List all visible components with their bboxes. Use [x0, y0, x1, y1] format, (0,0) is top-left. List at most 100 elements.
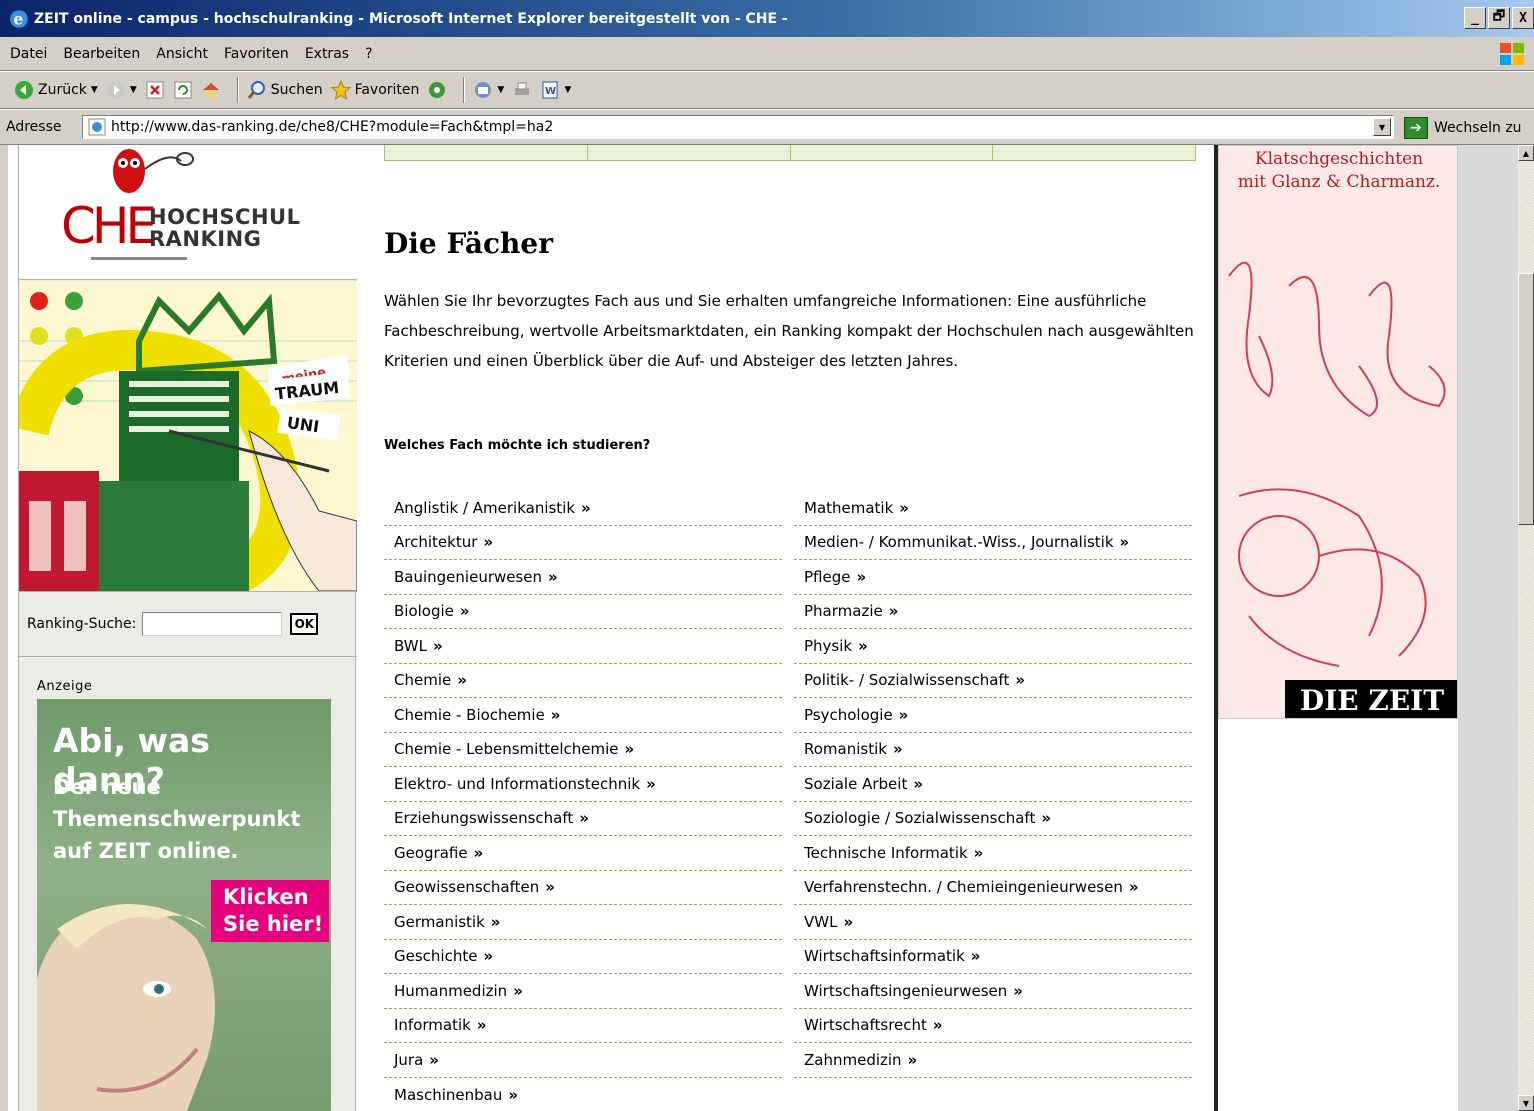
subject-link[interactable]: Medien- / Kommunikat.-Wiss., Journalisti…: [794, 526, 1192, 560]
subject-link[interactable]: Anglistik / Amerikanistik »: [384, 491, 782, 526]
subject-link[interactable]: Maschinenbau »: [384, 1078, 782, 1111]
word-icon: W: [542, 81, 558, 99]
subject-link[interactable]: Zahnmedizin »: [794, 1043, 1192, 1078]
chevron-down-icon[interactable]: ▼: [564, 85, 571, 95]
raquo-icon: »: [483, 533, 494, 552]
raquo-icon: »: [432, 636, 443, 655]
ad-label: Anzeige: [37, 679, 93, 694]
menu-help[interactable]: ?: [365, 46, 372, 62]
zeit-shoes-ad[interactable]: Klatschgeschichten mit Glanz & Charmanz.…: [1218, 145, 1458, 719]
raquo-icon: »: [856, 567, 867, 586]
subject-link[interactable]: VWL »: [794, 905, 1192, 940]
subject-link[interactable]: Informatik »: [384, 1009, 782, 1043]
subject-link[interactable]: Erziehungswissenschaft »: [384, 802, 782, 836]
maximize-button[interactable]: 🗗: [1488, 7, 1510, 29]
subject-link[interactable]: Geowissenschaften »: [384, 871, 782, 905]
subject-link[interactable]: BWL »: [384, 629, 782, 664]
subject-link[interactable]: Wirtschaftsingenieurwesen »: [794, 974, 1192, 1009]
menu-bar: Datei Bearbeiten Ansicht Favoriten Extra…: [0, 37, 1534, 71]
subject-link[interactable]: Romanistik »: [794, 733, 1192, 767]
close-button[interactable]: X: [1512, 7, 1534, 29]
tab-2[interactable]: [588, 145, 791, 160]
ad-cta-button[interactable]: Klicken Sie hier!: [211, 880, 329, 942]
tab-3[interactable]: [791, 145, 994, 160]
subject-link[interactable]: Elektro- und Informationstechnik »: [384, 767, 782, 802]
subject-link[interactable]: Technische Informatik »: [794, 836, 1192, 871]
mail-button[interactable]: ▼: [473, 80, 504, 100]
subject-link[interactable]: Germanistik »: [384, 905, 782, 940]
subject-link[interactable]: Wirtschaftsinformatik »: [794, 940, 1192, 974]
address-dropdown-button[interactable]: ▼: [1373, 118, 1391, 136]
subject-link[interactable]: Wirtschaftsrecht »: [794, 1009, 1192, 1043]
che-logo[interactable]: CHE HOCHSCHUL RANKING: [19, 145, 357, 280]
subject-link[interactable]: Soziale Arbeit »: [794, 767, 1192, 802]
favorites-button[interactable]: Favoriten: [330, 80, 420, 100]
search-input[interactable]: [142, 612, 283, 636]
subject-link[interactable]: Soziologie / Sozialwissenschaft »: [794, 802, 1192, 836]
subject-label: Erziehungswissenschaft: [394, 809, 574, 828]
subject-label: Medien- / Kommunikat.-Wiss., Journalisti…: [804, 533, 1114, 552]
favorites-label: Favoriten: [354, 82, 420, 98]
edit-button[interactable]: W ▼: [540, 80, 571, 100]
chevron-down-icon[interactable]: ▼: [130, 85, 137, 95]
subject-link[interactable]: Chemie - Biochemie »: [384, 698, 782, 733]
subject-link[interactable]: Physik »: [794, 629, 1192, 664]
subject-link[interactable]: Verfahrenstechn. / Chemieingenieurwesen »: [794, 871, 1192, 905]
subject-link[interactable]: Biologie »: [384, 595, 782, 629]
raquo-icon: »: [459, 602, 470, 621]
raquo-icon: »: [932, 1016, 943, 1035]
media-button[interactable]: [427, 80, 447, 100]
subject-link[interactable]: Chemie »: [384, 664, 782, 698]
refresh-icon: [174, 81, 192, 99]
raquo-icon: »: [513, 981, 523, 1000]
che-logo-text: CHE: [61, 197, 157, 255]
subject-link[interactable]: Pharmazie »: [794, 595, 1192, 629]
subject-link[interactable]: Mathematik »: [794, 491, 1192, 526]
forward-button[interactable]: ▼: [106, 80, 137, 100]
subject-label: Politik- / Sozialwissenschaft: [804, 671, 1010, 690]
subject-link[interactable]: Geschichte »: [384, 940, 782, 974]
go-button[interactable]: ➔ Wechseln zu: [1404, 117, 1522, 139]
print-button[interactable]: [512, 80, 532, 100]
home-button[interactable]: [201, 80, 221, 100]
subject-link[interactable]: Humanmedizin »: [384, 974, 782, 1009]
ad-text: Klatschgeschichten mit Glanz & Charmanz.: [1219, 148, 1457, 194]
subject-link[interactable]: Architektur »: [384, 526, 782, 560]
zeit-campus-ad[interactable]: Abi, was dann? Der neue Themenschwerpunk…: [37, 699, 331, 1111]
back-button[interactable]: Zurück ▼: [14, 80, 98, 100]
tab-4[interactable]: [993, 145, 1195, 160]
minimize-button[interactable]: _: [1464, 7, 1486, 29]
subject-link[interactable]: Geografie »: [384, 836, 782, 871]
menu-datei[interactable]: Datei: [10, 46, 47, 62]
tab-1[interactable]: [385, 145, 588, 160]
menu-extras[interactable]: Extras: [305, 46, 349, 62]
subject-link[interactable]: Jura »: [384, 1043, 782, 1078]
die-zeit-logo: DIE ZEIT: [1285, 680, 1457, 718]
chevron-down-icon[interactable]: ▼: [497, 85, 504, 95]
search-button[interactable]: Suchen: [247, 80, 323, 100]
stop-button[interactable]: [145, 80, 165, 100]
menu-favoriten[interactable]: Favoriten: [224, 46, 289, 62]
menu-bearbeiten[interactable]: Bearbeiten: [63, 46, 140, 62]
scroll-up-button[interactable]: ▲: [1518, 145, 1534, 161]
traum-uni-banner[interactable]: meine TRAUM UNI: [19, 281, 357, 591]
chevron-down-icon[interactable]: ▼: [91, 85, 98, 95]
subject-link[interactable]: Psychologie »: [794, 698, 1192, 733]
subject-link[interactable]: Chemie - Lebensmittelchemie »: [384, 733, 782, 767]
refresh-button[interactable]: [173, 80, 193, 100]
raquo-icon: »: [888, 602, 899, 621]
vertical-scrollbar[interactable]: ▲ ▼: [1518, 145, 1534, 1111]
subject-link[interactable]: Bauingenieurwesen »: [384, 560, 782, 595]
subject-label: BWL: [394, 636, 427, 655]
subject-link[interactable]: Pflege »: [794, 560, 1192, 595]
address-input[interactable]: http://www.das-ranking.de/che8/CHE?modul…: [82, 115, 1394, 139]
raquo-icon: »: [581, 498, 591, 517]
menu-ansicht[interactable]: Ansicht: [156, 46, 208, 62]
tab-strip: [384, 145, 1196, 161]
scroll-thumb[interactable]: [1518, 273, 1534, 525]
subject-link[interactable]: Politik- / Sozialwissenschaft »: [794, 664, 1192, 698]
ok-button[interactable]: OK: [290, 613, 319, 635]
raquo-icon: »: [973, 843, 984, 862]
scroll-down-button[interactable]: ▼: [1518, 1095, 1534, 1111]
ad-cta-line-2: Sie hier!: [223, 912, 324, 936]
